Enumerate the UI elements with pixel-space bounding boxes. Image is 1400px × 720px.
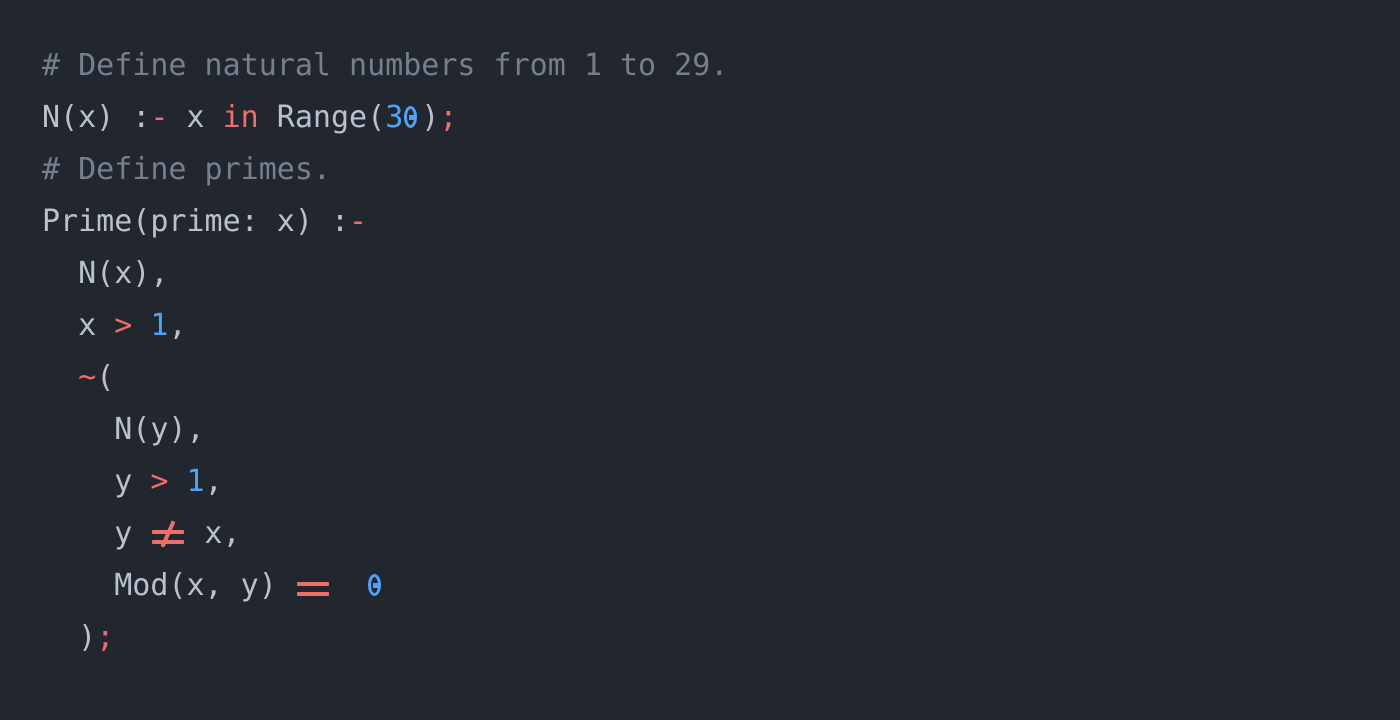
code-token-operator: ~	[78, 360, 97, 395]
code-token-number: 3	[385, 100, 404, 135]
code-token-ident: ,	[204, 464, 223, 499]
code-line: N(x) :- x in Range(3);	[42, 92, 1400, 144]
code-token-ident: y	[42, 464, 151, 499]
code-token-ident: N(x),	[42, 256, 169, 291]
code-line: y x,	[42, 508, 1400, 560]
code-line: # Define primes.	[42, 144, 1400, 196]
code-token-ident: )	[421, 100, 440, 135]
code-token-keyword: in	[222, 100, 259, 135]
code-token-ident: x	[42, 308, 115, 343]
dotted-zero-glyph	[403, 92, 421, 144]
code-editor-surface: # Define natural numbers from 1 to 29. N(…	[0, 0, 1400, 720]
code-token-ident: (	[96, 360, 115, 395]
code-token-ident: Prime(prime: x) :	[42, 204, 350, 239]
code-token-ident	[132, 308, 150, 343]
code-line: Prime(prime: x) :-	[42, 196, 1400, 248]
code-token-ident	[331, 568, 367, 603]
code-token-number: 1	[150, 308, 169, 343]
code-token-operator: -	[349, 204, 368, 239]
code-token-ident: y	[42, 516, 151, 551]
code-token-comment: # Define primes.	[42, 152, 331, 187]
code-token-ident: N(y),	[42, 412, 205, 447]
code-token-operator: ;	[96, 620, 115, 655]
not-equal-operator-glyph	[150, 508, 186, 560]
code-line: N(x),	[42, 248, 1400, 300]
equality-operator-glyph	[295, 560, 331, 612]
code-token-ident: )	[42, 620, 97, 655]
code-token-ident	[168, 464, 186, 499]
code-line: x > 1,	[42, 300, 1400, 352]
code-line: ~(	[42, 352, 1400, 404]
dotted-zero-glyph	[367, 560, 385, 612]
code-line: N(y),	[42, 404, 1400, 456]
code-token-ident: x	[168, 100, 223, 135]
code-token-operator: >	[114, 308, 133, 343]
code-line: # Define natural numbers from 1 to 29.	[42, 40, 1400, 92]
code-line: Mod(x, y)	[42, 560, 1400, 612]
code-token-operator: ;	[439, 100, 458, 135]
code-line: );	[42, 612, 1400, 664]
code-token-ident: Range(	[258, 100, 386, 135]
code-token-number: 1	[186, 464, 205, 499]
code-token-ident: Mod(x, y)	[42, 568, 295, 603]
code-token-ident: ,	[168, 308, 187, 343]
code-line: y > 1,	[42, 456, 1400, 508]
code-token-ident: N(x) :	[42, 100, 151, 135]
code-token-ident	[42, 360, 78, 395]
code-token-comment: # Define natural numbers from 1 to 29.	[42, 48, 729, 83]
code-token-operator: >	[150, 464, 169, 499]
code-token-ident: x,	[186, 516, 241, 551]
code-token-operator: -	[150, 100, 169, 135]
code-block: # Define natural numbers from 1 to 29. N(…	[42, 40, 1400, 664]
